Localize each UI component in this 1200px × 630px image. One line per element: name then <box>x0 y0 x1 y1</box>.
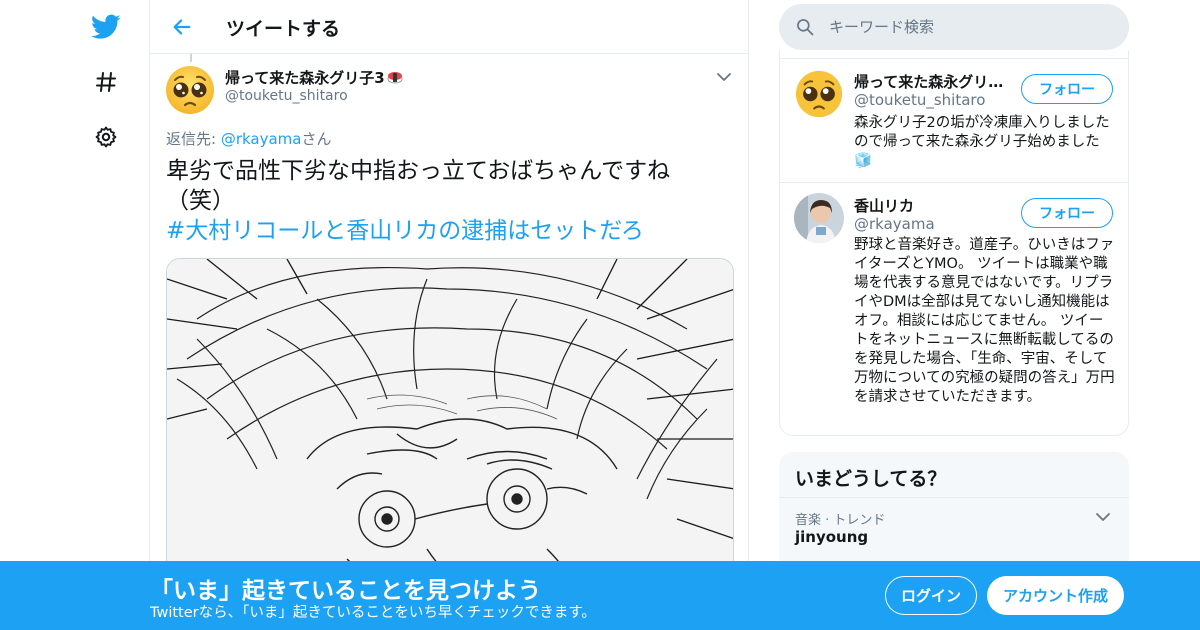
user-bio: 野球と音楽好き。道産子。ひいきはファイターズとYMO。 ツイートは職業や職場を代… <box>854 237 1115 405</box>
signup-button[interactable]: アカウント作成 <box>987 576 1124 615</box>
reply-mention-link[interactable]: @rkayama <box>221 130 302 148</box>
left-nav <box>0 0 150 630</box>
tweet-menu-button[interactable] <box>716 68 736 84</box>
user-avatar[interactable] <box>794 69 844 119</box>
user-handle: @rkayama <box>854 215 935 233</box>
tweet-text: 卑劣で品性下劣な中指おっ立ておばちゃんですね（笑） #大村リコールと香山リカの逮… <box>166 156 726 246</box>
trend-category: 音楽 · トレンド <box>795 513 886 528</box>
manga-illustration <box>167 259 733 587</box>
tweet-image[interactable] <box>166 258 734 588</box>
app: ツイートする 帰って来た森永グリ子3 @touketu_shitaro 返信先:… <box>0 0 1200 630</box>
search-box <box>779 4 1129 50</box>
arrow-left-icon <box>173 19 191 35</box>
user-avatar[interactable] <box>794 193 844 243</box>
chevron-down-icon <box>717 73 731 81</box>
user-handle: @touketu_shitaro <box>854 91 986 109</box>
signup-banner: 「いま」起きていることを見つけよう Twitterなら、「いま」起きていることを… <box>0 561 1200 630</box>
twitter-logo-icon <box>91 14 121 39</box>
user-cell[interactable]: 帰って来た森永グリ… @touketu_shitaro フォロー 森永グリ子2の… <box>780 58 1128 182</box>
user-name[interactable]: 香山リカ <box>854 195 1014 216</box>
author-handle[interactable]: @touketu_shitaro <box>225 88 348 104</box>
nav-explore-link[interactable] <box>86 62 126 102</box>
author-avatar[interactable] <box>164 64 216 116</box>
search-icon <box>797 19 814 36</box>
author-name[interactable]: 帰って来た森永グリ子3 <box>225 67 403 88</box>
page-title: ツイートする <box>226 18 341 40</box>
sushi-icon <box>387 70 403 88</box>
chevron-down-icon <box>1096 513 1110 521</box>
banner-title: 「いま」起きていることを見つけよう <box>150 578 541 604</box>
right-column: 帰って来た森永グリ… @touketu_shitaro フォロー 森永グリ子2の… <box>779 0 1129 630</box>
tweet: 帰って来た森永グリ子3 @touketu_shitaro 返信先: @rkaya… <box>150 54 748 588</box>
main-column: ツイートする 帰って来た森永グリ子3 @touketu_shitaro 返信先:… <box>149 0 749 630</box>
tweet-body: 卑劣で品性下劣な中指おっ立ておばちゃんですね（笑） <box>166 158 671 214</box>
reply-context: 返信先: @rkayamaさん <box>166 128 332 149</box>
back-button[interactable] <box>168 13 196 41</box>
profile-photo <box>794 193 844 243</box>
reply-prefix: 返信先: <box>166 130 221 148</box>
trend-name: jinyoung <box>795 528 869 546</box>
trends-title: いまどうしてる？ <box>795 468 947 490</box>
hashtag-link[interactable]: #大村リコールと香山リカの逮捕はセットだろ <box>166 216 726 246</box>
pleading-face-icon <box>166 66 214 114</box>
user-cell[interactable]: 香山リカ @rkayama フォロー 野球と音楽好き。道産子。ひいきはファイター… <box>780 182 1128 434</box>
related-users-card: 帰って来た森永グリ… @touketu_shitaro フォロー 森永グリ子2の… <box>779 50 1129 436</box>
nav-settings-link[interactable] <box>86 117 126 157</box>
user-name[interactable]: 帰って来た森永グリ… <box>854 71 1014 92</box>
follow-button[interactable]: フォロー <box>1021 74 1113 104</box>
gear-icon <box>95 126 117 148</box>
user-bio: 森永グリ子2の垢が冷凍庫入りしましたので帰って来た森永グリ子始めました🧊 <box>854 115 1110 169</box>
nav-home-link[interactable] <box>86 7 126 47</box>
main-header: ツイートする <box>150 0 748 54</box>
search-input[interactable] <box>829 4 1109 50</box>
trend-menu-button[interactable] <box>1095 508 1113 524</box>
banner-subtitle: Twitterなら、「いま」起きていることをいち早くチェックできます。 <box>150 605 596 621</box>
follow-button[interactable]: フォロー <box>1021 198 1113 228</box>
login-button[interactable]: ログイン <box>885 576 977 615</box>
hashtag-icon <box>96 72 116 92</box>
reply-suffix: さん <box>301 130 332 148</box>
pleading-face-icon <box>795 70 843 118</box>
author-name-text: 帰って来た森永グリ子3 <box>225 69 385 87</box>
